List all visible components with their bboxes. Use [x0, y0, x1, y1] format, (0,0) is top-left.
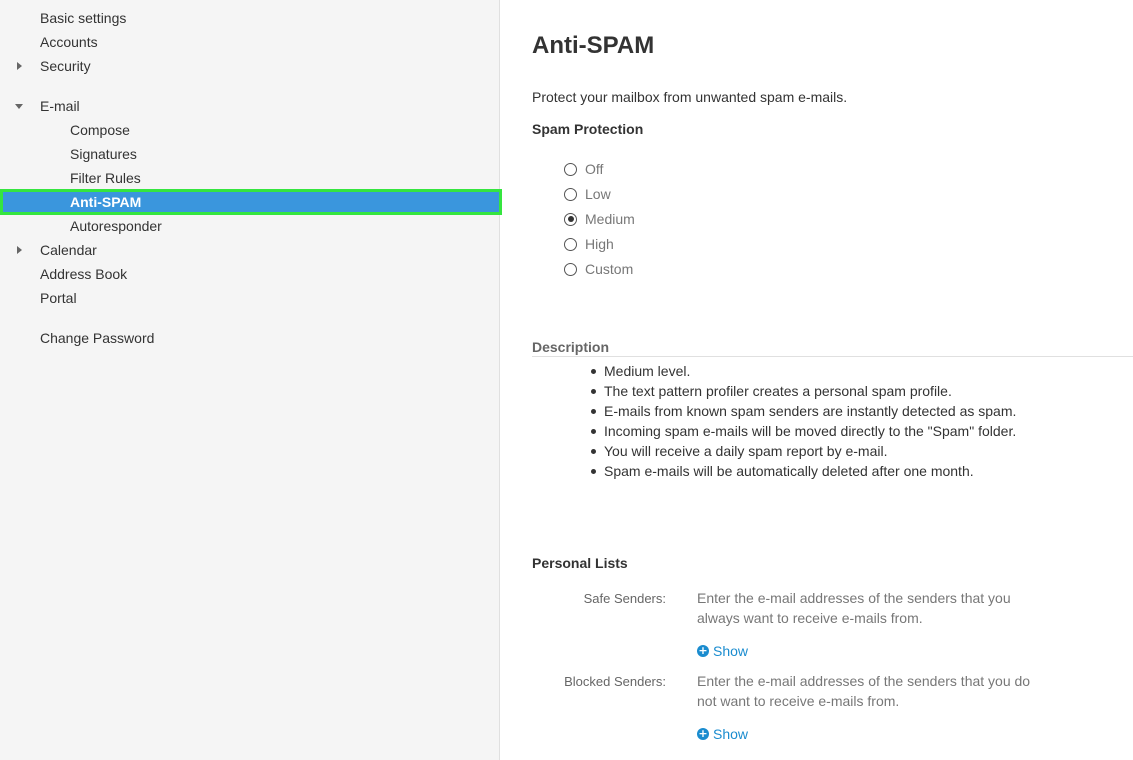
radio-option-custom[interactable]: Custom: [564, 258, 633, 280]
list-item: Spam e-mails will be automatically delet…: [586, 461, 1016, 481]
expand-arrow-icon[interactable]: [14, 238, 24, 262]
sidebar-item-label: Accounts: [40, 34, 98, 50]
sidebar-item-label: Calendar: [40, 242, 97, 258]
radio-label: Medium: [585, 211, 635, 227]
sidebar-item-label: Signatures: [70, 146, 137, 162]
sidebar-item-label: E-mail: [40, 98, 80, 114]
list-item: You will receive a daily spam report by …: [586, 441, 1016, 461]
safe-senders-label: Safe Senders:: [583, 591, 666, 606]
radio-label: High: [585, 236, 614, 252]
radio-button-checked[interactable]: [564, 212, 577, 226]
intro-text: Protect your mailbox from unwanted spam …: [532, 89, 848, 105]
personal-lists-heading: Personal Lists: [532, 555, 628, 571]
sidebar-item-email[interactable]: E-mail: [0, 94, 499, 118]
safe-senders-show-link[interactable]: + Show: [697, 643, 748, 659]
radio-option-low[interactable]: Low: [564, 183, 611, 205]
sidebar-item-security[interactable]: Security: [0, 54, 499, 78]
list-item: Medium level.: [586, 361, 1016, 381]
radio-label: Low: [585, 186, 611, 202]
expand-arrow-icon[interactable]: [14, 54, 24, 78]
radio-label: Custom: [585, 261, 634, 277]
sidebar-item-calendar[interactable]: Calendar: [0, 238, 499, 262]
sidebar-item-signatures[interactable]: Signatures: [0, 142, 499, 166]
sidebar-item-address-book[interactable]: Address Book: [0, 262, 499, 286]
sidebar-item-compose[interactable]: Compose: [0, 118, 499, 142]
sidebar-item-label: Address Book: [40, 266, 128, 282]
spam-protection-heading: Spam Protection: [532, 121, 644, 137]
main-content: Anti-SPAM Protect your mailbox from unwa…: [532, 0, 1133, 760]
radio-option-medium[interactable]: Medium: [564, 208, 635, 230]
sidebar-item-label: Filter Rules: [70, 170, 141, 186]
description-list: Medium level. The text pattern profiler …: [586, 361, 1016, 481]
list-item: The text pattern profiler creates a pers…: [586, 381, 1016, 401]
sidebar-item-label: Basic settings: [40, 10, 127, 26]
sidebar-item-accounts[interactable]: Accounts: [0, 30, 499, 54]
radio-button[interactable]: [564, 162, 577, 176]
sidebar-item-filter-rules[interactable]: Filter Rules: [0, 166, 499, 190]
sidebar-item-label: Portal: [40, 290, 77, 306]
radio-button[interactable]: [564, 237, 577, 251]
page-title: Anti-SPAM: [532, 32, 655, 59]
radio-button[interactable]: [564, 187, 577, 201]
sidebar-item-portal[interactable]: Portal: [0, 286, 499, 310]
sidebar-item-label: Change Password: [40, 330, 155, 346]
plus-circle-icon: +: [697, 727, 709, 740]
sidebar-item-label: Security: [40, 58, 91, 74]
radio-button[interactable]: [564, 262, 577, 276]
sidebar-item-anti-spam[interactable]: Anti-SPAM: [0, 189, 502, 215]
list-item: Incoming spam e-mails will be moved dire…: [586, 421, 1016, 441]
sidebar-item-autoresponder[interactable]: Autoresponder: [0, 214, 499, 238]
sidebar-item-basic-settings[interactable]: Basic settings: [0, 6, 499, 30]
description-heading: Description: [532, 339, 1133, 357]
blocked-senders-description: Enter the e-mail addresses of the sender…: [697, 673, 1031, 709]
plus-circle-icon: +: [697, 644, 709, 657]
radio-label: Off: [585, 161, 604, 177]
sidebar-item-label: Compose: [70, 122, 130, 138]
radio-option-off[interactable]: Off: [564, 158, 603, 180]
radio-option-high[interactable]: High: [564, 233, 614, 255]
list-item: E-mails from known spam senders are inst…: [586, 401, 1016, 421]
settings-sidebar: Basic settings Accounts Security E-mail …: [0, 0, 502, 760]
blocked-senders-label: Blocked Senders:: [564, 674, 666, 689]
blocked-senders-show-link[interactable]: + Show: [697, 726, 748, 742]
sidebar-item-label: Autoresponder: [70, 218, 162, 234]
show-link-label: Show: [713, 726, 749, 742]
collapse-arrow-icon[interactable]: [14, 94, 24, 118]
safe-senders-description: Enter the e-mail addresses of the sender…: [697, 590, 1011, 626]
sidebar-item-change-password[interactable]: Change Password: [0, 326, 499, 350]
show-link-label: Show: [713, 643, 749, 659]
sidebar-item-label: Anti-SPAM: [70, 194, 142, 210]
